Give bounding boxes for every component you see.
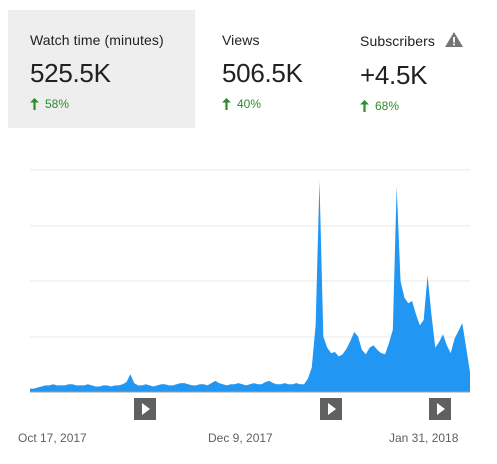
metric-value: 506.5K <box>222 58 303 88</box>
warning-icon[interactable] <box>445 32 464 50</box>
metric-value: +4.5K <box>360 60 428 90</box>
x-axis-ticks: Oct 17, 2017 Dec 9, 2017 Jan 31, 2018 <box>18 431 459 445</box>
arrow-up-icon <box>222 98 231 110</box>
x-tick-label: Jan 31, 2018 <box>389 431 459 445</box>
metric-label: Watch time (minutes) <box>30 32 164 48</box>
play-button[interactable] <box>429 398 451 420</box>
metric-delta-value: 68% <box>375 99 400 113</box>
metric-subscribers[interactable]: Subscribers +4.5K 68% <box>338 10 493 128</box>
metric-value: 525.5K <box>30 58 111 88</box>
play-button[interactable] <box>134 398 156 420</box>
metric-label: Views <box>222 32 260 48</box>
metric-delta: 68% <box>360 99 493 113</box>
metric-label-row: Subscribers <box>360 32 493 50</box>
arrow-up-icon <box>30 98 39 110</box>
metric-views[interactable]: Views 506.5K 40% <box>200 10 335 128</box>
metric-delta: 40% <box>222 97 335 111</box>
metric-delta: 58% <box>30 97 195 111</box>
metric-label: Subscribers <box>360 33 436 49</box>
arrow-up-icon <box>360 100 369 112</box>
x-tick-label: Oct 17, 2017 <box>18 431 87 445</box>
play-button[interactable] <box>320 398 342 420</box>
x-tick-label: Dec 9, 2017 <box>208 431 273 445</box>
metric-watch-time[interactable]: Watch time (minutes) 525.5K 58% <box>8 10 195 128</box>
series-area-watch-time <box>30 181 470 392</box>
metric-delta-value: 40% <box>237 97 262 111</box>
metric-delta-value: 58% <box>45 97 70 111</box>
metrics-panel: Watch time (minutes) 525.5K 58% Views 50… <box>0 0 497 140</box>
watch-time-chart: Oct 17, 2017 Dec 9, 2017 Jan 31, 2018 <box>18 169 470 445</box>
